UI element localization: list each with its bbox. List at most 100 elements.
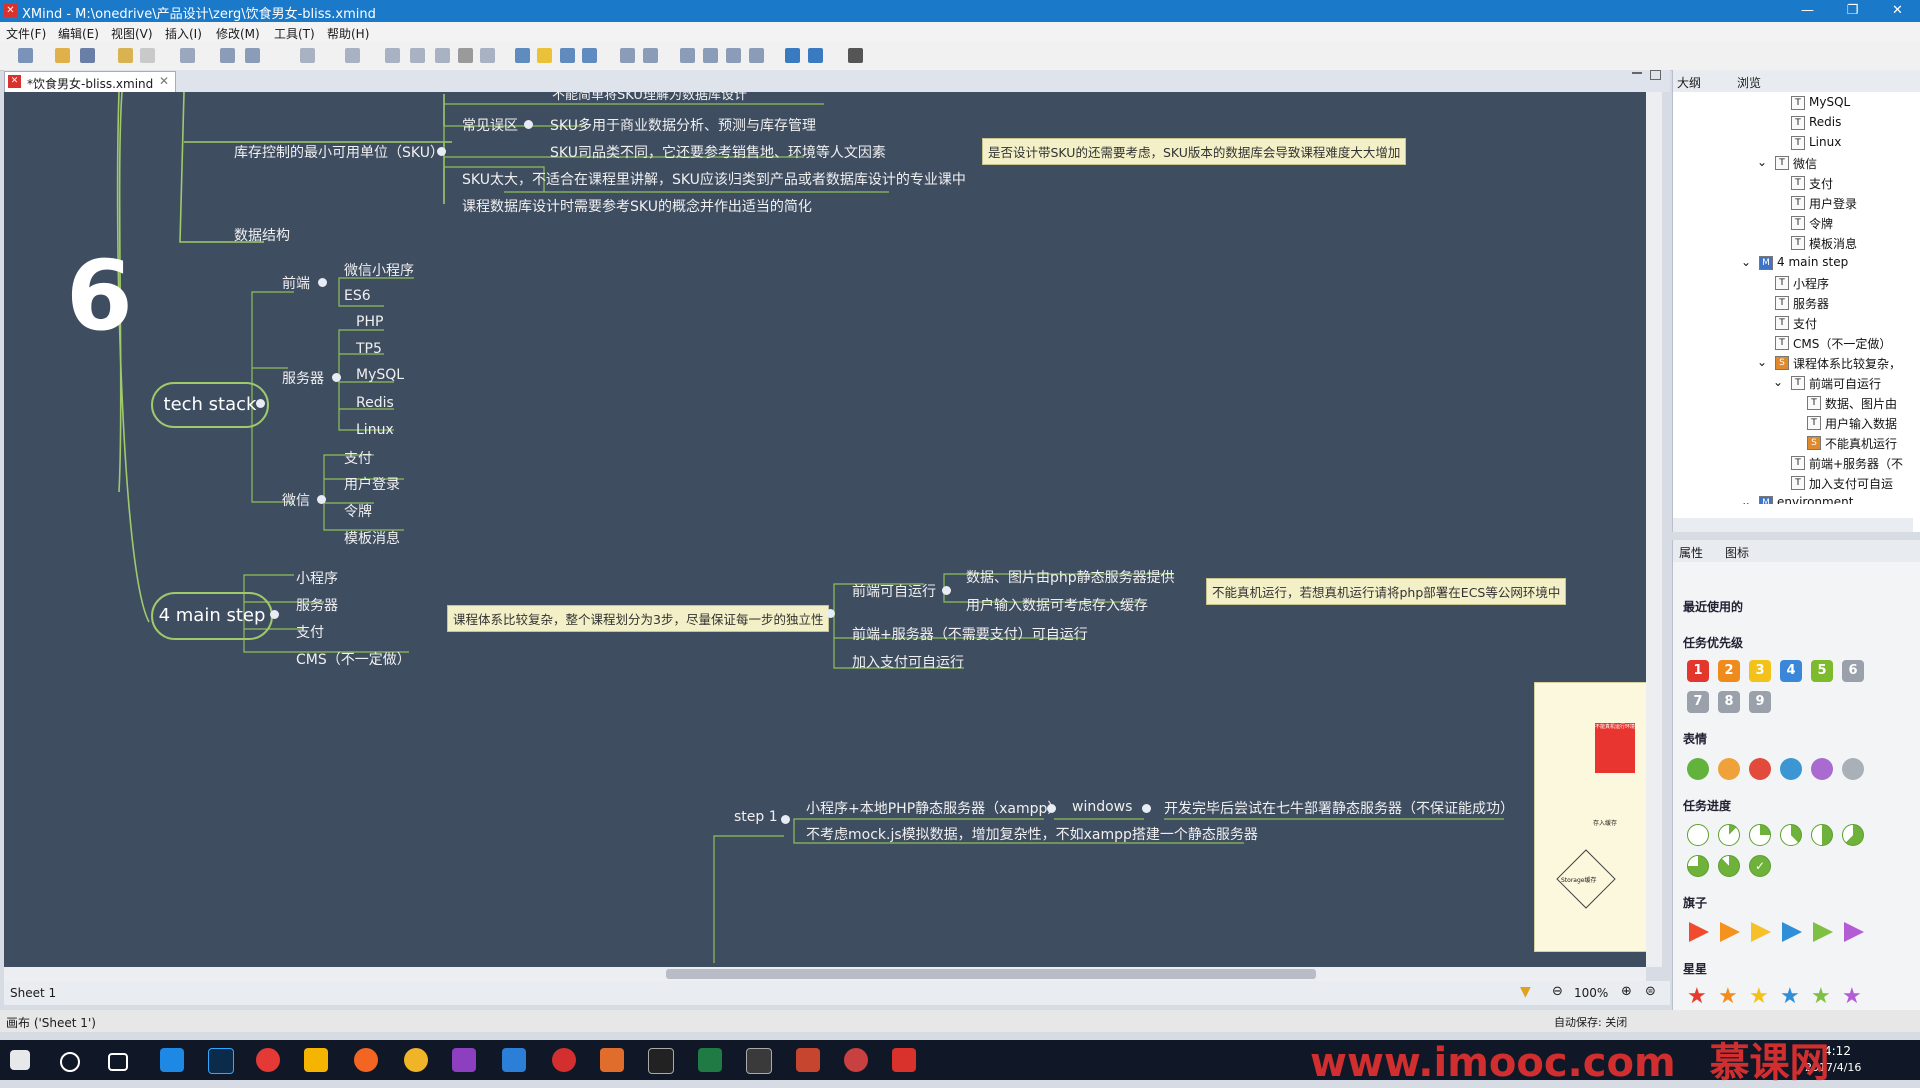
terminal-icon[interactable]	[648, 1048, 674, 1074]
expand-toggle-icon[interactable]: ⌄	[1741, 255, 1751, 269]
xmind-taskbar-icon[interactable]	[892, 1048, 916, 1072]
outline-item[interactable]: 用户输入数据	[1825, 415, 1897, 432]
topic-wechat[interactable]: 微信	[282, 490, 310, 510]
outline-item[interactable]: 支付	[1793, 315, 1817, 332]
smile-face-icon[interactable]	[1687, 758, 1709, 780]
record-icon[interactable]	[552, 1048, 576, 1072]
topic-windows[interactable]: windows	[1072, 799, 1132, 815]
xampp-icon[interactable]	[600, 1048, 624, 1072]
surprise-face-icon[interactable]	[1811, 758, 1833, 780]
topic-step1[interactable]: step 1	[734, 809, 778, 825]
topic-ms-server[interactable]: 服务器	[296, 595, 338, 615]
topic-fe-miniprogram[interactable]: 微信小程序	[344, 260, 414, 280]
boring-face-icon[interactable]	[1842, 758, 1864, 780]
windows-start-icon[interactable]	[10, 1050, 30, 1070]
sku-note[interactable]: 是否设计带SKU的还需要考虑，SKU版本的数据库会导致课程难度大大增加	[982, 138, 1407, 165]
note-icon[interactable]	[480, 48, 495, 63]
priority-2-icon[interactable]: 2	[1718, 660, 1740, 682]
topic-tp5[interactable]: TP5	[356, 341, 382, 357]
priority-6-icon[interactable]: 6	[1842, 660, 1864, 682]
vertical-scrollbar[interactable]	[1646, 92, 1662, 967]
topic-server[interactable]: 服务器	[282, 368, 324, 388]
outline-item[interactable]: 服务器	[1793, 295, 1829, 312]
collapse-dot[interactable]	[1047, 804, 1056, 813]
progress-quarter-icon[interactable]	[1749, 824, 1771, 846]
status-autosave[interactable]: 自动保存: 关闭	[1554, 1014, 1627, 1030]
topic-frontend[interactable]: 前端	[282, 273, 310, 293]
outline-item[interactable]: 令牌	[1809, 215, 1833, 232]
cry-face-icon[interactable]	[1780, 758, 1802, 780]
topic-sku-c4[interactable]: 课程数据库设计时需要参考SKU的概念并作出适当的简化	[462, 196, 812, 216]
section-faces[interactable]: 表情	[1683, 730, 1707, 747]
zoom-in-icon[interactable]: ⊕	[1621, 984, 1632, 999]
share-icon[interactable]	[808, 48, 823, 63]
outline-item[interactable]: Redis	[1809, 115, 1841, 129]
priority-4-icon[interactable]: 4	[1780, 660, 1802, 682]
progress-start-icon[interactable]	[1687, 824, 1709, 846]
topic-sku-c3[interactable]: SKU太大，不适合在课程里讲解，SKU应该归类到产品或者数据库设计的专业课中	[462, 169, 966, 189]
topic-step1-c1[interactable]: 小程序+本地PHP静态服务器（xampp）	[806, 798, 1061, 818]
menu-view[interactable]: 视图(V)	[111, 25, 153, 42]
maximize-editor-icon[interactable]	[1650, 70, 1661, 80]
new-icon[interactable]	[18, 48, 33, 63]
tab-markers[interactable]: 图标	[1725, 544, 1749, 561]
structure-icon[interactable]	[582, 48, 597, 63]
search-icon[interactable]	[60, 1052, 80, 1072]
sheet-tab[interactable]: Sheet 1	[10, 986, 56, 1000]
topic-icon[interactable]	[180, 48, 195, 63]
menu-edit[interactable]: 编辑(E)	[58, 25, 99, 42]
star-icon[interactable]: ★	[1811, 986, 1831, 1008]
progress-1-8-icon[interactable]	[1718, 824, 1740, 846]
star-icon[interactable]: ★	[1780, 986, 1800, 1008]
topic-wx-pay[interactable]: 支付	[344, 448, 372, 468]
outline-item[interactable]: 4 main step	[1777, 255, 1848, 269]
priority-9-icon[interactable]: 9	[1749, 691, 1771, 713]
angry-face-icon[interactable]	[1749, 758, 1771, 780]
outline-item[interactable]: 微信	[1793, 155, 1817, 172]
collapse-dot[interactable]	[270, 610, 279, 619]
section-stars[interactable]: 星星	[1683, 960, 1707, 977]
flag-icon[interactable]	[1844, 922, 1864, 942]
topic-fe-self-run[interactable]: 前端可自运行	[852, 581, 936, 601]
drill-icon[interactable]	[620, 48, 635, 63]
outline-hscroll[interactable]	[1673, 518, 1913, 532]
star-icon[interactable]: ★	[1687, 986, 1707, 1008]
marker-icon[interactable]	[458, 48, 473, 63]
horizontal-scroll-thumb[interactable]	[666, 969, 1316, 979]
section-progress[interactable]: 任务进度	[1683, 797, 1731, 814]
topic-wx-token[interactable]: 令牌	[344, 501, 372, 521]
star-icon[interactable]: ★	[1718, 986, 1738, 1008]
progress-3-4-icon[interactable]	[1687, 855, 1709, 877]
topic-data-structure[interactable]: 数据结构	[234, 225, 290, 245]
outline-item[interactable]: 课程体系比较复杂，	[1793, 355, 1901, 372]
menu-insert[interactable]: 插入(I)	[165, 25, 202, 42]
progress-5-8-icon[interactable]	[1842, 824, 1864, 846]
flag-icon[interactable]	[1751, 922, 1771, 942]
gantt-icon[interactable]	[703, 48, 718, 63]
menu-tools[interactable]: 工具(T)	[274, 25, 315, 42]
mind-map-canvas[interactable]: 6 不能简单将SKU理解为数据库设计 库存控制的最小可用单位（SKU） 常见误区…	[4, 92, 1646, 967]
topic-sku-top[interactable]: 不能简单将SKU理解为数据库设计	[552, 92, 747, 103]
topic-sku-c2[interactable]: SKU司品类不同，它还要参考销售地、环境等人文因素	[550, 142, 886, 162]
expand-toggle-icon[interactable]: ⌄	[1757, 155, 1767, 169]
settings-gear-icon[interactable]	[848, 48, 863, 63]
laugh-face-icon[interactable]	[1718, 758, 1740, 780]
powerpoint-icon[interactable]	[796, 1048, 820, 1072]
expand-toggle-icon[interactable]: ⌄	[1741, 495, 1751, 504]
minimize-button[interactable]: —	[1785, 0, 1830, 22]
collapse-dot[interactable]	[826, 609, 835, 618]
topic-sku-parent[interactable]: 库存控制的最小可用单位（SKU）	[234, 142, 444, 162]
collapse-dot[interactable]	[332, 373, 341, 382]
collapse-dot[interactable]	[437, 147, 446, 156]
topic-sku-c1[interactable]: SKU多用于商业数据分析、预测与库存管理	[550, 115, 816, 135]
flag-icon[interactable]	[1689, 922, 1709, 942]
topic-ms-cms[interactable]: CMS（不一定做）	[296, 649, 411, 669]
collapse-dot[interactable]	[1142, 804, 1151, 813]
topic-step1-c1b[interactable]: 开发完毕后尝试在七牛部署静态服务器（不保证能成功）	[1164, 798, 1514, 818]
app2-icon[interactable]	[844, 1048, 868, 1072]
topic-main-step[interactable]: 4 main step	[151, 592, 273, 640]
zoom-fit-icon[interactable]: ⊜	[1645, 984, 1656, 999]
outline-item[interactable]: environment	[1777, 495, 1853, 504]
collapse-dot[interactable]	[781, 815, 790, 824]
star-icon[interactable]: ★	[1749, 986, 1769, 1008]
